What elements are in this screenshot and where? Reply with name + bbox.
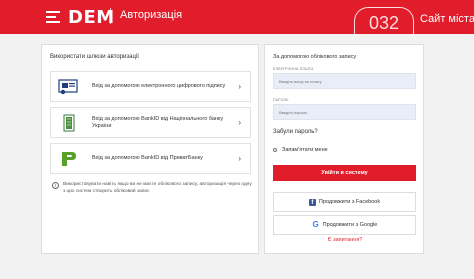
method-label: Вхід за допомогою електронного цифрового… — [92, 83, 226, 89]
chevron-right-icon: › — [238, 82, 241, 91]
digital-signature-icon — [58, 77, 80, 97]
login-button[interactable]: Увійти в систему — [273, 165, 416, 181]
nbu-bankid-icon — [58, 113, 80, 133]
google-login-label: Продовжити з Google — [322, 222, 378, 228]
hotline-badge[interactable]: 032 — [354, 7, 414, 35]
remember-me-option[interactable]: Запам'ятати мене — [273, 147, 328, 153]
google-icon: G — [312, 220, 319, 229]
gateway-info-text: Використовувати навіть якщо ви не маєте … — [63, 182, 252, 194]
logo-mark-icon — [46, 10, 66, 24]
password-field[interactable] — [273, 104, 416, 120]
facebook-icon: f — [308, 198, 316, 206]
email-label: ЕЛЕКТРОННА ПОШТА — [273, 67, 314, 71]
method-nbu-bankid[interactable]: Вхід за допомогою BankID від Національно… — [50, 107, 251, 138]
chevron-right-icon: › — [238, 154, 241, 163]
facebook-login-button[interactable]: f Продовжити з Facebook — [273, 192, 416, 212]
gateway-panel: Використати шлюзи авторизації Вхід за до… — [41, 44, 259, 254]
account-login-panel: За допомогою облікового запису ЕЛЕКТРОНН… — [264, 44, 424, 254]
google-login-button[interactable]: G Продовжити з Google — [273, 215, 416, 235]
method-label: Вхід за допомогою BankID від Національно… — [92, 115, 224, 129]
site-logo[interactable]: DEM — [46, 6, 115, 28]
top-header: DEM Авторизація 032 Сайт міста — [0, 0, 474, 35]
info-icon: i — [52, 182, 59, 189]
method-digital-signature[interactable]: Вхід за допомогою електронного цифрового… — [50, 71, 251, 102]
privatbank-icon — [58, 149, 80, 169]
logo-text: DEM — [68, 6, 115, 28]
help-link[interactable]: Є запитання? — [265, 237, 425, 243]
page-title: Авторизація — [120, 9, 183, 21]
login-form-title: За допомогою облікового запису — [273, 54, 357, 60]
chevron-right-icon: › — [238, 118, 241, 127]
gateway-panel-title: Використати шлюзи авторизації — [50, 54, 139, 60]
gateway-info-note: i Використовувати навіть якщо ви не маєт… — [52, 181, 252, 195]
facebook-login-label: Продовжити з Facebook — [318, 199, 381, 205]
remember-me-checkbox[interactable] — [273, 148, 277, 152]
method-privatbank[interactable]: Вхід за допомогою BankID від ПриватБанку… — [50, 143, 251, 174]
header-divider — [110, 8, 111, 24]
password-label: ПАРОЛЬ — [273, 98, 289, 102]
forgot-password-link[interactable]: Забули пароль? — [273, 129, 318, 135]
city-site-link[interactable]: Сайт міста — [420, 13, 474, 25]
method-label: Вхід за допомогою BankID від ПриватБанку — [92, 155, 203, 161]
remember-me-label: Запам'ятати мене — [282, 147, 328, 153]
email-field[interactable] — [273, 73, 416, 89]
